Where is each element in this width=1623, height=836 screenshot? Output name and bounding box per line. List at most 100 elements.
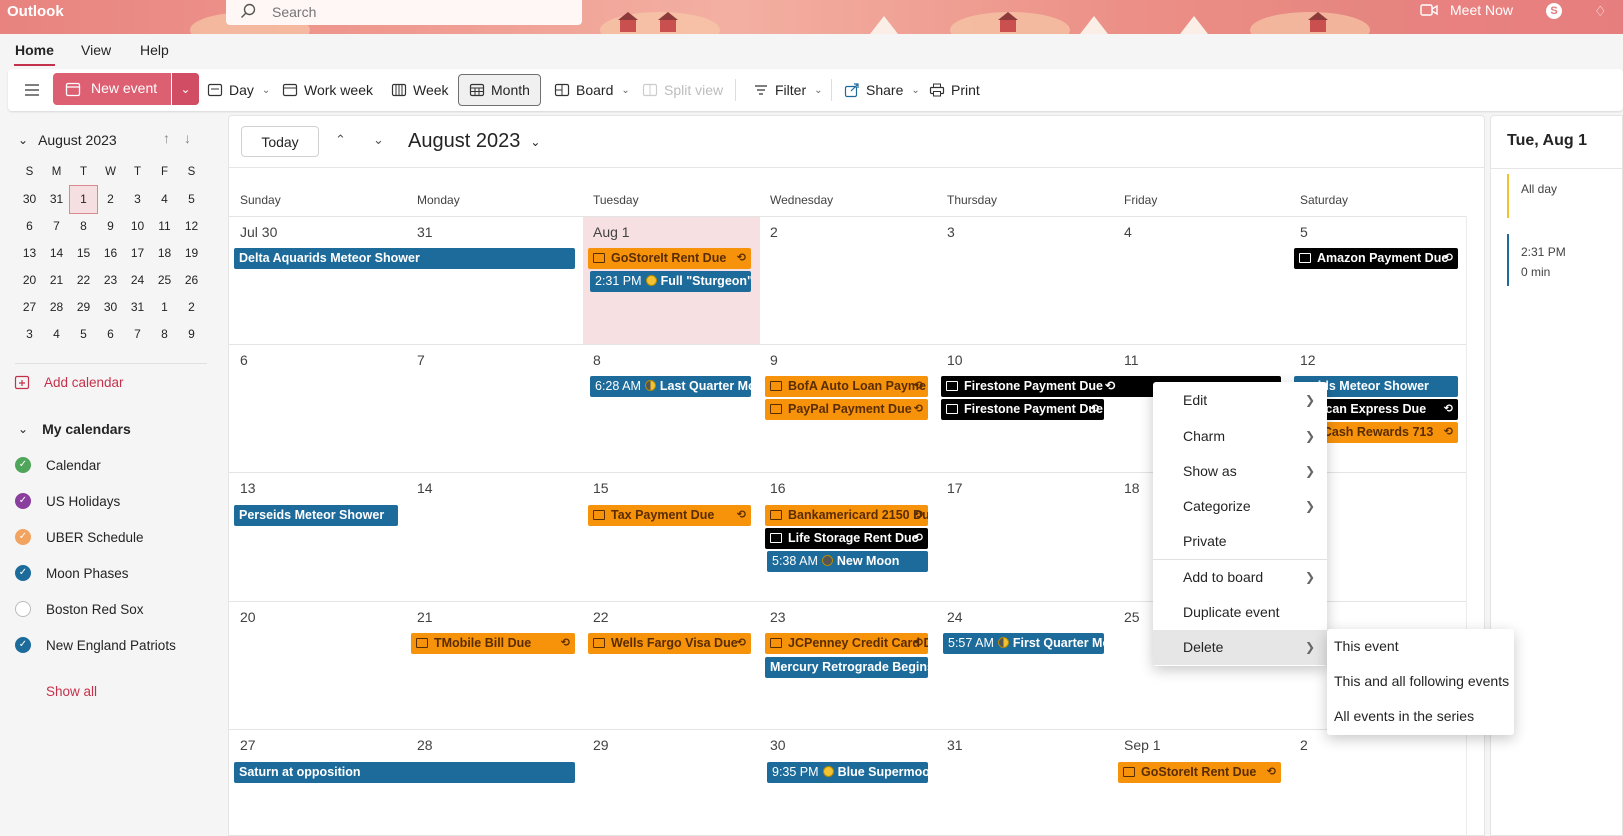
mini-calendar-day[interactable]: 5 (70, 321, 97, 348)
day-cell-number[interactable]: 31 (417, 224, 433, 240)
menu-item-show-as[interactable]: Show as ❯ (1153, 454, 1327, 489)
day-view-button[interactable]: Day ⌄ (201, 74, 276, 106)
checked-circle-icon[interactable]: ✓ (15, 457, 31, 473)
menu-item-private[interactable]: Private (1153, 524, 1327, 559)
day-cell-number[interactable]: 23 (770, 609, 786, 625)
search-input[interactable] (272, 2, 562, 22)
new-event-dropdown[interactable]: ⌄ (171, 73, 199, 105)
calendar-item[interactable]: ✓ New England Patriots (15, 637, 176, 653)
day-cell-number[interactable]: Aug 1 (593, 224, 630, 240)
event-wells-fargo-visa[interactable]: Wells Fargo Visa Due ⟲ (588, 633, 751, 654)
day-cell-number[interactable]: 8 (593, 352, 601, 368)
unchecked-circle-icon[interactable] (15, 601, 31, 617)
day-cell-number[interactable]: 28 (417, 737, 433, 753)
menu-item-delete[interactable]: Delete ❯ (1153, 630, 1327, 665)
mini-calendar-day[interactable]: 7 (43, 213, 70, 240)
hamburger-menu-button[interactable] (18, 74, 46, 106)
mini-calendar-day[interactable]: 25 (151, 267, 178, 294)
split-view-button[interactable]: Split view (636, 74, 729, 106)
mini-calendar-day[interactable]: 21 (43, 267, 70, 294)
day-cell-number[interactable]: 31 (947, 737, 963, 753)
event-gostoreit[interactable]: GoStoreIt Rent Due ⟲ (588, 248, 751, 269)
event-jcpenney-credit-card[interactable]: JCPenney Credit Card D ⟲ (765, 633, 928, 654)
mini-calendar-day[interactable]: 6 (97, 321, 124, 348)
mini-calendar-day[interactable]: 8 (70, 213, 97, 240)
event-mercury-retrograde[interactable]: Mercury Retrograde Begins (765, 657, 928, 678)
day-cell-number[interactable]: 29 (593, 737, 609, 753)
menu-item-charm[interactable]: Charm ❯ (1153, 419, 1327, 454)
checked-circle-icon[interactable]: ✓ (15, 565, 31, 581)
day-cell-number[interactable]: 17 (947, 480, 963, 496)
event-delta-aquarids[interactable]: Delta Aquarids Meteor Shower (234, 248, 575, 269)
day-cell-number[interactable]: Sep 1 (1124, 737, 1161, 753)
event-full-sturgeon-moon[interactable]: 2:31 PM Full "Sturgeon" M (590, 271, 751, 292)
day-cell-number[interactable]: 10 (947, 352, 963, 368)
day-cell-number[interactable]: 18 (1124, 480, 1140, 496)
checked-circle-icon[interactable]: ✓ (15, 493, 31, 509)
submenu-item-all-in-series[interactable]: All events in the series (1327, 699, 1514, 734)
mini-calendar-day[interactable]: 11 (151, 213, 178, 240)
tab-home[interactable]: Home (14, 42, 55, 66)
tab-view[interactable]: View (81, 42, 111, 58)
event-perseids-meteor-shower[interactable]: Perseids Meteor Shower (234, 505, 398, 526)
app-brand[interactable]: Outlook (7, 3, 64, 20)
day-cell-number[interactable]: 11 (1124, 352, 1139, 368)
mini-calendar-day[interactable]: 19 (178, 240, 205, 267)
submenu-item-this-and-following[interactable]: This and all following events (1327, 664, 1514, 699)
day-cell-number[interactable]: 2 (1300, 737, 1308, 753)
mini-calendar-day[interactable]: 29 (70, 294, 97, 321)
mini-calendar-day[interactable]: 9 (97, 213, 124, 240)
day-cell-number[interactable]: 25 (1124, 609, 1140, 625)
submenu-item-this-event[interactable]: This event (1327, 629, 1514, 664)
event-paypal-payment[interactable]: PayPal Payment Due ⟲ (765, 399, 928, 420)
day-cell-number[interactable]: 15 (593, 480, 609, 496)
mini-calendar-day[interactable]: 12 (178, 213, 205, 240)
day-cell-number[interactable]: 21 (417, 609, 433, 625)
event-amazon-payment[interactable]: Amazon Payment Due ⟲ (1294, 248, 1458, 269)
mini-calendar-day[interactable]: 18 (151, 240, 178, 267)
week-view-button[interactable]: Week (385, 74, 455, 106)
month-view-button[interactable]: Month (458, 74, 541, 106)
day-cell-number[interactable]: 16 (770, 480, 786, 496)
mini-calendar-day[interactable]: 9 (178, 321, 205, 348)
mini-calendar-day[interactable]: 2 (97, 186, 124, 213)
mini-calendar-day[interactable]: 3 (16, 321, 43, 348)
previous-arrow-icon[interactable]: ⌃ (335, 132, 346, 148)
day-cell-number[interactable]: 13 (240, 480, 256, 496)
mini-calendar-day[interactable]: 7 (124, 321, 151, 348)
tab-help[interactable]: Help (140, 42, 169, 58)
mini-calendar-day[interactable]: 30 (16, 186, 43, 213)
mini-calendar-day[interactable]: 31 (124, 294, 151, 321)
day-cell-number[interactable]: 4 (1124, 224, 1132, 240)
my-calendars-header[interactable]: ⌄ My calendars (18, 421, 131, 437)
event-firestone-payment[interactable]: Firestone Payment Due ⟲ (941, 399, 1104, 420)
calendar-title[interactable]: August 2023 ⌄ (408, 130, 540, 153)
event-life-storage-rent[interactable]: Life Storage Rent Due ⟲ (765, 528, 928, 549)
event-last-quarter-moon[interactable]: 6:28 AM Last Quarter Moo (590, 376, 751, 397)
premium-diamond-icon[interactable]: ♢ (1594, 3, 1607, 20)
day-cell-number[interactable]: 20 (240, 609, 256, 625)
timed-event-slot[interactable]: 2:31 PM 0 min (1507, 234, 1566, 286)
menu-item-add-to-board[interactable]: Add to board ❯ (1153, 560, 1327, 595)
event-bofa-auto-loan[interactable]: BofA Auto Loan Payme ⟲ (765, 376, 928, 397)
new-event-button[interactable]: New event ⌄ (53, 73, 199, 105)
event-gostoreit[interactable]: GoStoreIt Rent Due ⟲ (1118, 762, 1281, 783)
event-first-quarter-moon[interactable]: 5:57 AM First Quarter Mo (943, 633, 1104, 654)
menu-item-edit[interactable]: Edit ❯ (1153, 383, 1327, 418)
today-button[interactable]: Today (241, 126, 319, 157)
mini-calendar-day[interactable]: 16 (97, 240, 124, 267)
mini-calendar-day[interactable]: 14 (43, 240, 70, 267)
day-cell-number[interactable]: 27 (240, 737, 256, 753)
mini-calendar-day[interactable]: 13 (16, 240, 43, 267)
mini-calendar-day[interactable]: 15 (70, 240, 97, 267)
mini-calendar-day[interactable]: 2 (178, 294, 205, 321)
day-cell-number[interactable]: 6 (240, 352, 248, 368)
mini-calendar-day[interactable]: 26 (178, 267, 205, 294)
mini-calendar-day[interactable]: 3 (124, 186, 151, 213)
calendar-item[interactable]: ✓ UBER Schedule (15, 529, 144, 545)
event-tax-payment[interactable]: Tax Payment Due ⟲ (588, 505, 751, 526)
mini-calendar-day[interactable]: 20 (16, 267, 43, 294)
calendar-item[interactable]: ✓ US Holidays (15, 493, 120, 509)
calendar-item[interactable]: ✓ Moon Phases (15, 565, 129, 581)
day-cell-number[interactable]: 24 (947, 609, 963, 625)
